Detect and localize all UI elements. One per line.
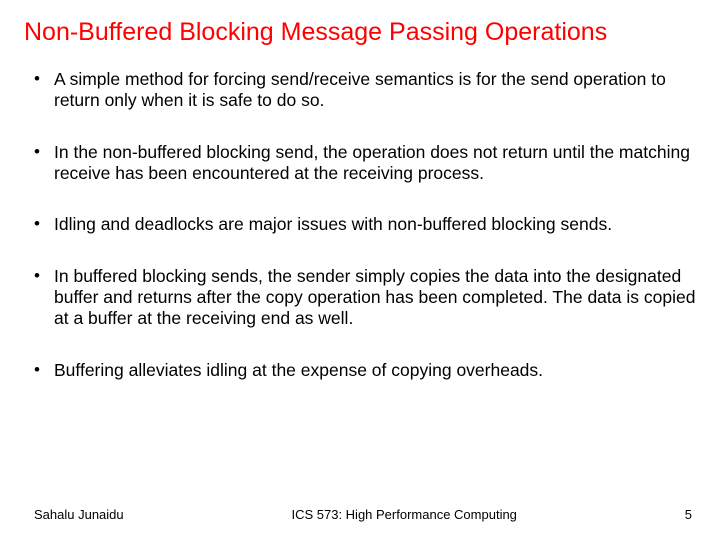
bullet-item: A simple method for forcing send/receive… — [28, 69, 696, 112]
bullet-item: In the non-buffered blocking send, the o… — [28, 142, 696, 185]
bullet-item: Buffering alleviates idling at the expen… — [28, 360, 696, 381]
slide-title: Non-Buffered Blocking Message Passing Op… — [24, 18, 696, 47]
bullet-list: A simple method for forcing send/receive… — [28, 69, 696, 381]
bullet-item: Idling and deadlocks are major issues wi… — [28, 214, 696, 235]
bullet-item: In buffered blocking sends, the sender s… — [28, 266, 696, 330]
footer-author: Sahalu Junaidu — [34, 507, 124, 522]
slide-content: A simple method for forcing send/receive… — [24, 69, 696, 381]
footer-page-number: 5 — [685, 507, 692, 522]
footer-course: ICS 573: High Performance Computing — [291, 507, 516, 522]
slide: Non-Buffered Blocking Message Passing Op… — [0, 0, 720, 540]
slide-footer: Sahalu Junaidu ICS 573: High Performance… — [0, 507, 720, 522]
